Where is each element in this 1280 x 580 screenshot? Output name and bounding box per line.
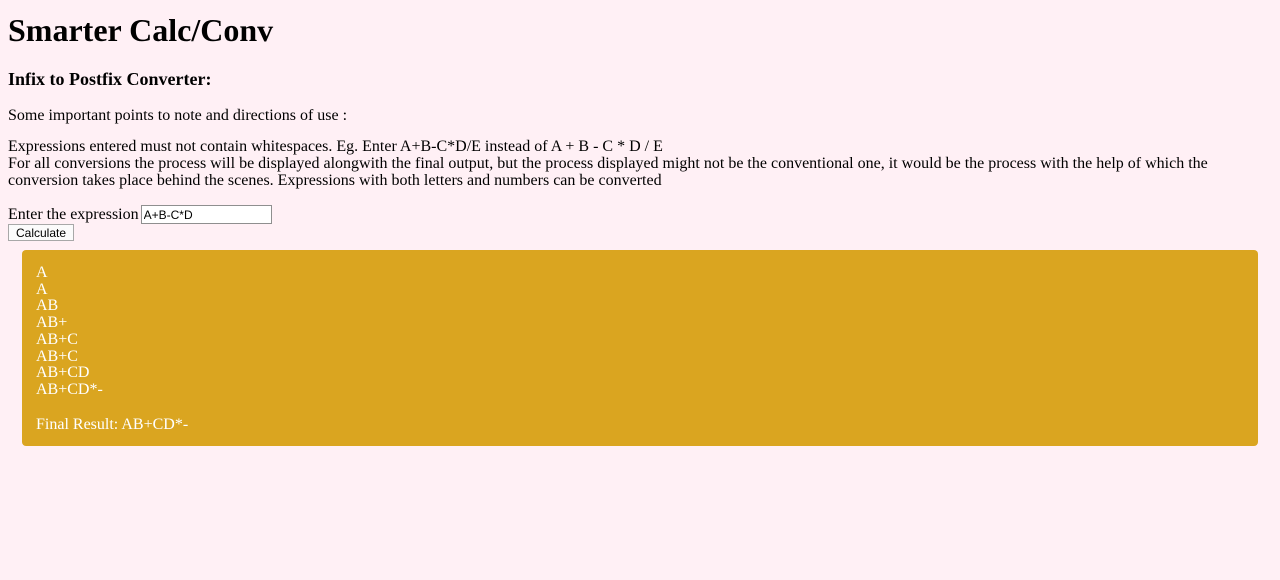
- result-panel: A A AB AB+ AB+C AB+C AB+CD AB+CD*- Final…: [22, 250, 1258, 446]
- step-line: AB: [36, 297, 59, 315]
- step-line: AB+C: [36, 347, 78, 365]
- converter-heading: Infix to Postfix Converter:: [8, 69, 212, 89]
- step-line: A: [36, 264, 48, 281]
- expression-label: Enter the expression: [8, 206, 139, 223]
- step-line: AB+CD: [36, 364, 90, 382]
- step-line: A: [36, 280, 48, 298]
- calculate-button[interactable]: Calculate: [8, 224, 75, 241]
- conversion-steps: A A AB AB+ AB+C AB+C AB+CD AB+CD*-: [36, 264, 1244, 399]
- step-line: AB+CD*-: [36, 380, 103, 398]
- page-title: Smarter Calc/Conv: [8, 12, 274, 48]
- direction-process: For all conversions the process will be …: [8, 155, 1208, 189]
- final-result: Final Result: AB+CD*-: [36, 415, 189, 433]
- page: Smarter Calc/Conv Infix to Postfix Conve…: [0, 12, 1280, 241]
- direction-whitespace: Expressions entered must not contain whi…: [8, 138, 663, 155]
- step-line: AB+: [36, 314, 68, 332]
- intro-text: Some important points to note and direct…: [8, 107, 348, 124]
- expression-input[interactable]: [140, 205, 272, 224]
- expression-form: Enter the expression: [8, 205, 1272, 224]
- step-line: AB+C: [36, 330, 78, 348]
- directions-block: Expressions entered must not contain whi…: [8, 138, 1272, 189]
